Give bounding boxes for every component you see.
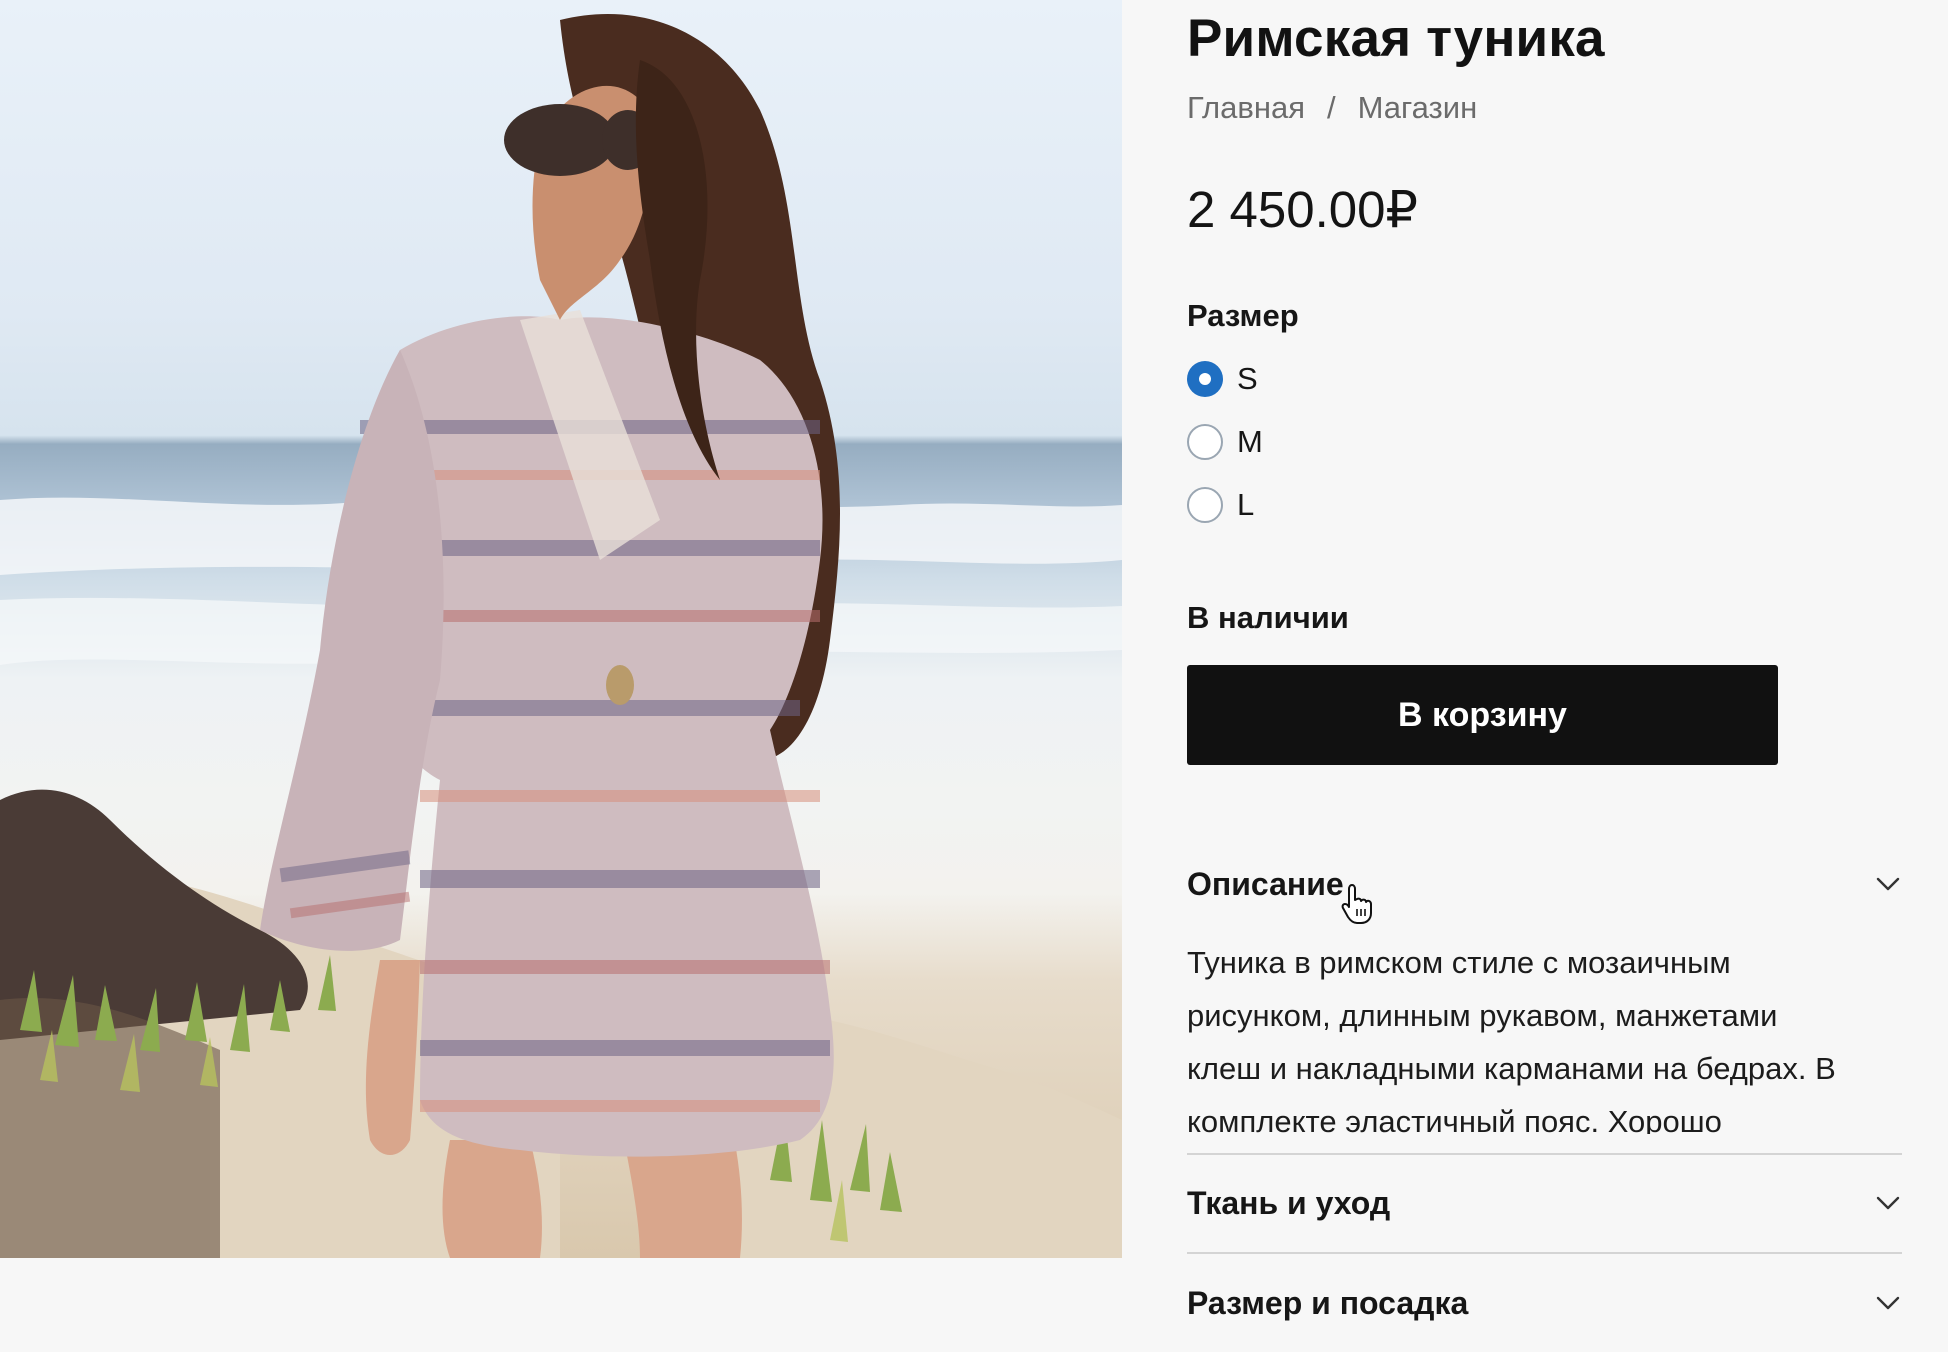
product-price: 2 450.00₽ — [1187, 181, 1418, 238]
pointer-hand-icon — [1341, 884, 1372, 924]
description-line: Туника в римском стиле с мозаичным — [1187, 945, 1731, 980]
accordion-fit-title: Размер и посадка — [1187, 1284, 1469, 1321]
radio-s-checked[interactable] — [1187, 361, 1223, 397]
size-option-l[interactable]: L — [1187, 485, 1254, 525]
accordion-fabric-header[interactable]: Ткань и уход — [1187, 1173, 1902, 1233]
add-to-cart-button[interactable]: В корзину — [1187, 665, 1778, 765]
accordion-description-header[interactable]: Описание — [1187, 854, 1902, 914]
size-option-label: L — [1237, 487, 1255, 522]
breadcrumb-home-link[interactable]: Главная — [1187, 90, 1305, 126]
description-line: рисунком, длинным рукавом, манжетами — [1187, 998, 1778, 1033]
product-title: Римская туника — [1187, 9, 1605, 68]
product-info-panel: Римская туника Главная / Магазин 2 450.0… — [1187, 0, 1902, 1352]
accordion-fabric-title: Ткань и уход — [1187, 1184, 1391, 1221]
accordion-divider — [1187, 1252, 1902, 1254]
accordion-divider — [1187, 1153, 1902, 1155]
accordion-description-title: Описание — [1187, 865, 1344, 902]
breadcrumb-shop-link[interactable]: Магазин — [1358, 90, 1478, 126]
radio-l[interactable] — [1187, 487, 1223, 523]
description-line: клеш и накладными карманами на бедрах. В — [1187, 1051, 1836, 1086]
accordion-description-body: Туника в римском стиле с мозаичным рисун… — [1187, 936, 1902, 1134]
stock-status: В наличии — [1187, 600, 1349, 635]
size-option-label: M — [1237, 424, 1263, 459]
description-line: комплекте эластичный пояс. Хорошо — [1187, 1104, 1722, 1134]
breadcrumb-separator: / — [1327, 90, 1336, 125]
size-option-m[interactable]: M — [1187, 422, 1263, 462]
radio-m[interactable] — [1187, 424, 1223, 460]
size-option-s[interactable]: S — [1187, 359, 1258, 399]
product-image[interactable] — [0, 0, 1122, 1258]
product-photo-illustration — [0, 14, 1122, 1258]
chevron-down-icon — [1876, 1196, 1900, 1210]
chevron-down-icon — [1876, 877, 1900, 891]
accordion-fit-header[interactable]: Размер и посадка — [1187, 1273, 1902, 1333]
size-option-label: S — [1237, 361, 1258, 396]
size-label: Размер — [1187, 298, 1299, 333]
breadcrumb: Главная / Магазин — [1187, 90, 1477, 126]
chevron-down-icon — [1876, 1296, 1900, 1310]
